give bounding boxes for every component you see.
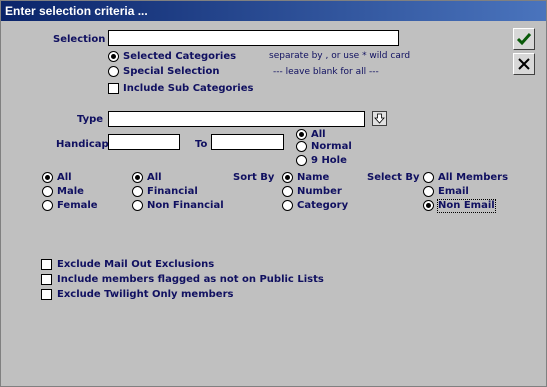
selection-hint-blank: --- leave blank for all --- <box>273 67 379 77</box>
selection-label: Selection <box>53 34 106 45</box>
radio-select-email[interactable] <box>423 186 434 197</box>
selected-categories-label: Selected Categories <box>123 51 237 62</box>
ok-button[interactable] <box>513 28 535 50</box>
select-email-label: Email <box>438 186 469 197</box>
exclude-twilight-checkbox[interactable] <box>41 289 52 300</box>
non-financial-label: Non Financial <box>147 200 224 211</box>
radio-handicap-normal[interactable] <box>296 141 307 152</box>
x-icon <box>518 58 530 70</box>
sort-category-label: Category <box>297 200 349 211</box>
sort-number-label: Number <box>297 186 342 197</box>
financial-label: Financial <box>147 186 198 197</box>
selection-hint-wildcard: separate by , or use * wild card <box>269 51 411 61</box>
handicap-normal-label: Normal <box>311 141 352 152</box>
handicap-from-input[interactable] <box>108 134 180 150</box>
arrow-down-icon <box>374 113 385 124</box>
radio-handicap-all[interactable] <box>296 129 307 140</box>
radio-gender-female[interactable] <box>42 200 53 211</box>
radio-financial[interactable] <box>132 186 143 197</box>
sort-by-label: Sort By <box>233 172 275 183</box>
type-label: Type <box>77 114 104 125</box>
radio-select-all-members[interactable] <box>423 172 434 183</box>
selection-input[interactable] <box>108 30 399 46</box>
radio-handicap-9-hole[interactable] <box>296 155 307 166</box>
select-all-members-label: All Members <box>438 172 509 183</box>
radio-sort-number[interactable] <box>282 186 293 197</box>
exclude-twilight-label: Exclude Twilight Only members <box>57 289 234 300</box>
radio-gender-male[interactable] <box>42 186 53 197</box>
exclude-mail-out-label: Exclude Mail Out Exclusions <box>57 259 215 270</box>
financial-all-label: All <box>147 172 162 183</box>
type-input[interactable] <box>108 111 365 127</box>
radio-special-selection[interactable] <box>108 66 119 77</box>
dialog-window: Enter selection criteria ... Selection S… <box>0 0 547 387</box>
gender-all-label: All <box>57 172 72 183</box>
handicap-9-hole-label: 9 Hole <box>311 155 347 166</box>
radio-select-non-email[interactable] <box>423 200 434 211</box>
checkmark-icon <box>516 33 532 46</box>
radio-sort-category[interactable] <box>282 200 293 211</box>
exclude-mail-out-checkbox[interactable] <box>41 259 52 270</box>
include-not-public-checkbox[interactable] <box>41 274 52 285</box>
handicap-to-label: To <box>195 139 208 150</box>
title-bar[interactable]: Enter selection criteria ... <box>1 1 546 21</box>
window-title: Enter selection criteria ... <box>5 4 148 18</box>
handicap-to-input[interactable] <box>211 134 284 150</box>
include-sub-categories-checkbox[interactable] <box>108 83 119 94</box>
select-non-email-label: Non Email <box>437 199 496 213</box>
include-sub-categories-label: Include Sub Categories <box>123 83 254 94</box>
handicap-all-label: All <box>311 129 326 140</box>
gender-male-label: Male <box>57 186 84 197</box>
radio-non-financial[interactable] <box>132 200 143 211</box>
sort-name-label: Name <box>297 172 330 183</box>
cancel-button[interactable] <box>513 53 535 75</box>
special-selection-label: Special Selection <box>123 66 220 77</box>
gender-female-label: Female <box>57 200 98 211</box>
handicap-label: Handicap <box>56 139 109 150</box>
type-dropdown-button[interactable] <box>372 111 387 126</box>
select-by-label: Select By <box>367 172 420 183</box>
include-not-public-label: Include members flagged as not on Public… <box>57 274 324 285</box>
radio-sort-name[interactable] <box>282 172 293 183</box>
radio-gender-all[interactable] <box>42 172 53 183</box>
radio-selected-categories[interactable] <box>108 51 119 62</box>
radio-financial-all[interactable] <box>132 172 143 183</box>
